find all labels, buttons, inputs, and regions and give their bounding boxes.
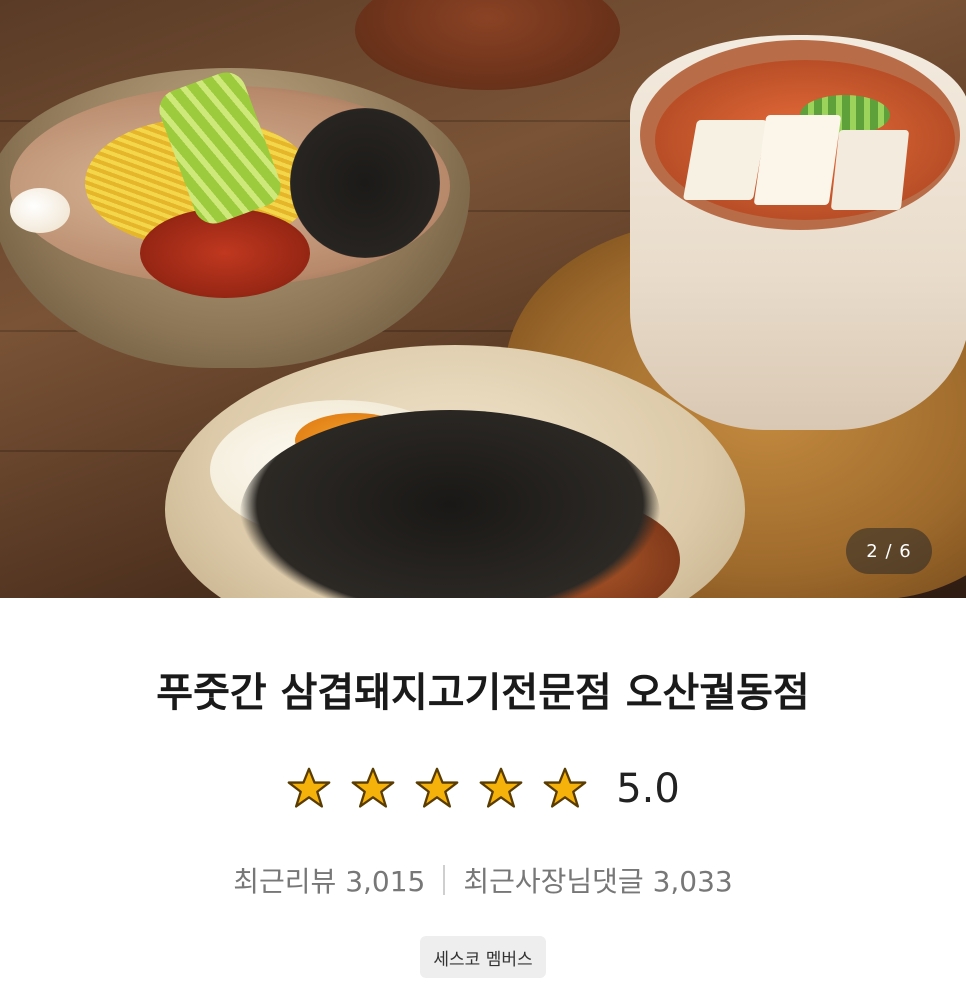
member-badge: 세스코 멤버스 <box>420 936 546 978</box>
hero-photo[interactable]: 2 / 6 <box>0 0 966 598</box>
star-icon <box>543 767 587 808</box>
recent-reviews[interactable]: 최근리뷰 3,015 <box>233 860 425 900</box>
stats-divider <box>443 865 446 895</box>
star-icon <box>287 767 331 808</box>
star-icon <box>479 767 523 808</box>
rating-score: 5.0 <box>616 766 680 812</box>
star-icon <box>351 767 395 808</box>
store-name: 푸줏간 삼겹돼지고기전문점 오산궐동점 <box>156 670 810 716</box>
cold-noodle-bowl <box>0 66 470 368</box>
star-rating <box>286 766 588 812</box>
recent-owner-replies[interactable]: 최근사장님댓글 3,033 <box>463 860 732 900</box>
rating: 5.0 <box>0 766 966 812</box>
star-icon <box>415 767 459 808</box>
gallery-counter: 2 / 6 <box>846 528 932 574</box>
review-stats: 최근리뷰 3,015 최근사장님댓글 3,033 <box>0 860 966 900</box>
